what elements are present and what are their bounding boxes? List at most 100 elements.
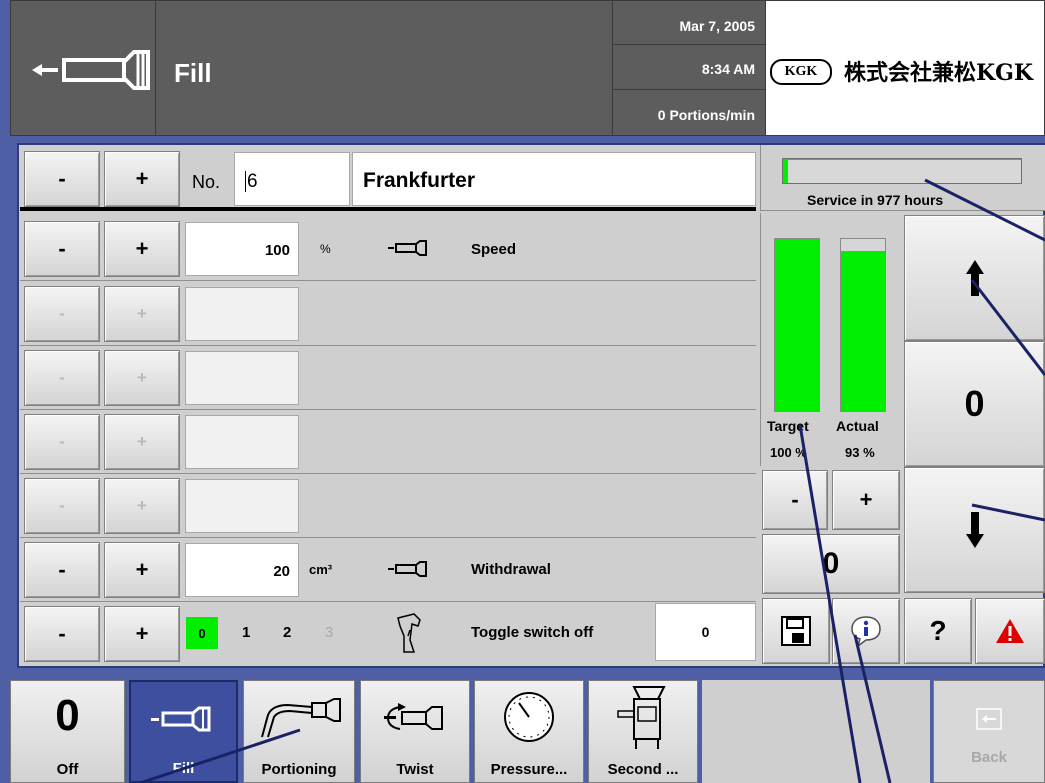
toggle-plus-button[interactable]: +	[104, 606, 180, 662]
target-label: Target	[767, 418, 809, 434]
empty-minus-button: -	[24, 478, 100, 534]
speed-minus-button[interactable]: -	[24, 221, 100, 277]
back-button: Back	[933, 680, 1045, 783]
nav-pressure-button[interactable]: Pressure...	[474, 680, 584, 783]
back-arrow-icon	[976, 708, 1002, 730]
actual-label: Actual	[836, 418, 879, 434]
program-name: Frankfurter	[363, 169, 476, 192]
program-number-label: No.	[192, 172, 221, 192]
toggle-label: Toggle switch off	[471, 624, 594, 641]
empty-plus-button: +	[104, 478, 180, 534]
withdrawal-value: 20	[273, 563, 290, 580]
back-label: Back	[971, 749, 1007, 766]
empty-value-field	[185, 287, 299, 341]
twist-icon	[384, 703, 443, 730]
toggle-option[interactable]: 1	[242, 624, 250, 641]
header-time: 8:34 AM	[612, 45, 765, 90]
target-gauge	[774, 238, 820, 412]
toggle-option-selected[interactable]: 0	[186, 617, 218, 649]
withdrawal-value-field[interactable]: 20	[185, 543, 299, 597]
toggle-minus-button[interactable]: -	[24, 606, 100, 662]
nav-spacer	[702, 680, 930, 783]
warning-triangle-icon	[996, 619, 1024, 643]
alarm-button[interactable]	[975, 598, 1045, 664]
move-down-button[interactable]	[904, 467, 1045, 593]
nav-twist-button[interactable]: Twist	[360, 680, 470, 783]
empty-minus-button: -	[24, 286, 100, 342]
hand-switch-icon	[397, 613, 421, 653]
nav-second-label: Second ...	[607, 761, 679, 778]
save-button[interactable]	[762, 598, 830, 664]
nav-off-button[interactable]: 0 Off	[10, 680, 125, 783]
arrow-up-icon	[965, 260, 984, 296]
nav-twist-label: Twist	[396, 761, 434, 778]
move-up-button[interactable]	[904, 215, 1045, 341]
withdrawal-label: Withdrawal	[471, 561, 551, 578]
service-text: Service in 977 hours	[807, 192, 944, 208]
target-value: 100 %	[770, 445, 807, 460]
empty-value-field	[185, 415, 299, 469]
withdrawal-plus-button[interactable]: +	[104, 542, 180, 598]
program-name-field[interactable]: Frankfurter	[352, 152, 756, 206]
machine-icon	[617, 686, 666, 749]
floppy-disk-icon	[781, 616, 811, 646]
empty-minus-button: -	[24, 350, 100, 406]
speed-label: Speed	[471, 241, 517, 258]
program-number-field[interactable]: 6	[234, 152, 350, 206]
nav-fill-button[interactable]: Fill	[129, 680, 238, 783]
off-icon: 0	[55, 691, 80, 740]
pressure-gauge-icon	[504, 692, 554, 742]
header-portion-rate: 0 Portions/min	[612, 90, 765, 136]
program-plus-button[interactable]: +	[104, 151, 180, 207]
speed-unit: %	[320, 242, 331, 256]
header-date: Mar 7, 2005	[612, 0, 765, 45]
kgk-emblem: KGK	[770, 59, 832, 85]
withdrawal-unit: cm³	[309, 562, 333, 577]
toggle-value-field[interactable]: 0	[655, 603, 756, 661]
empty-plus-button: +	[104, 286, 180, 342]
nav-second-button[interactable]: Second ...	[588, 680, 698, 783]
gauge-counter-button[interactable]: 0	[762, 534, 900, 594]
service-progress-fill	[783, 159, 788, 183]
empty-value-field	[185, 351, 299, 405]
filler-nozzle-icon	[150, 706, 210, 732]
toggle-option[interactable]: 2	[283, 624, 291, 641]
actual-gauge	[840, 238, 886, 412]
actual-value: 93 %	[845, 445, 875, 460]
speed-value: 100	[264, 242, 290, 259]
filler-nozzle-icon	[388, 561, 427, 577]
move-counter-button[interactable]: 0	[904, 341, 1045, 467]
empty-plus-button: +	[104, 414, 180, 470]
help-button[interactable]: ?	[904, 598, 972, 664]
nav-fill-label: Fill	[172, 760, 195, 777]
filler-nozzle-icon	[388, 240, 427, 256]
toggle-option-disabled: 3	[325, 624, 334, 641]
gauge-minus-button[interactable]: -	[762, 470, 828, 530]
nav-off-label: Off	[56, 761, 79, 778]
info-button[interactable]	[832, 598, 900, 664]
service-progress-bar	[782, 158, 1022, 184]
toggle-value: 0	[701, 624, 710, 640]
speed-value-field[interactable]: 100	[185, 222, 299, 276]
actual-gauge-fill	[841, 251, 885, 411]
filler-nozzle-icon	[32, 50, 150, 90]
nav-pressure-label: Pressure...	[490, 761, 568, 778]
target-gauge-fill	[775, 239, 819, 411]
portioning-icon	[261, 698, 341, 738]
program-minus-button[interactable]: -	[24, 151, 100, 207]
empty-minus-button: -	[24, 414, 100, 470]
empty-plus-button: +	[104, 350, 180, 406]
info-icon	[851, 616, 881, 648]
company-name: 株式会社兼松KGK	[844, 60, 1034, 86]
arrow-down-icon	[965, 512, 984, 548]
speed-plus-button[interactable]: +	[104, 221, 180, 277]
page-title: Fill	[174, 58, 212, 88]
company-logo: KGK 株式会社兼松KGK	[765, 0, 1045, 136]
withdrawal-minus-button[interactable]: -	[24, 542, 100, 598]
header-mode-icon-cell	[10, 0, 156, 136]
program-number-value: 6	[245, 171, 258, 192]
gauge-plus-button[interactable]: +	[832, 470, 900, 530]
empty-value-field	[185, 479, 299, 533]
nav-portioning-label: Portioning	[261, 761, 337, 778]
nav-portioning-button[interactable]: Portioning	[243, 680, 355, 783]
